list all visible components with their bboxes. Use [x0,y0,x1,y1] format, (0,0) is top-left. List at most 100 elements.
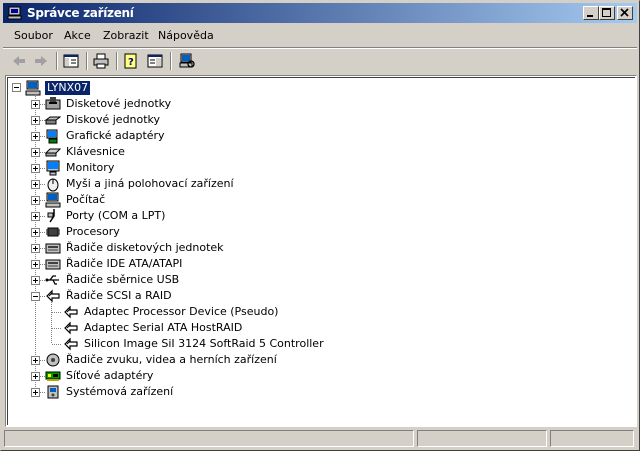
category-expander[interactable] [31,372,40,381]
category-expander[interactable] [31,148,40,157]
scsi-icon [46,289,60,303]
back-icon [13,56,25,66]
title-bar[interactable]: Správce zařízení [3,3,637,23]
tree-view-button[interactable] [60,51,82,71]
port-icon [47,209,55,223]
toolbar-separator [56,52,58,70]
tree-category-item[interactable]: Disketové jednotky [64,97,173,111]
properties-icon [147,54,163,68]
category-expander[interactable] [31,356,40,365]
tree-category-item[interactable]: Řadiče zvuku, videa a herních zařízení [64,353,279,367]
close-button[interactable] [617,6,633,20]
root-expander[interactable] [12,83,21,92]
expander-vertical-stroke [35,262,36,267]
expander-horizontal-stroke [33,296,38,297]
tree-category-item[interactable]: Počítač [64,193,107,207]
tree-category-item[interactable]: Síťové adaptéry [64,369,155,383]
menu-bar: Soubor Akce Zobrazit Nápověda [4,26,636,46]
category-expander[interactable] [31,292,40,301]
tree-category-item[interactable]: Řadiče SCSI a RAID [64,289,174,303]
tree-category-item[interactable]: Diskové jednotky [64,113,162,127]
category-expander[interactable] [31,164,40,173]
expander-vertical-stroke [35,150,36,155]
scan-hardware-button[interactable] [176,51,198,71]
tree-category-item[interactable]: Monitory [64,161,116,175]
category-expander[interactable] [31,196,40,205]
properties-button[interactable] [144,51,166,71]
help-icon: ? [124,53,137,69]
menu-napoveda[interactable]: Nápověda [158,29,214,42]
expander-horizontal-stroke [14,87,19,88]
expander-vertical-stroke [35,134,36,139]
expander-vertical-stroke [35,278,36,283]
monitor-icon [46,160,60,176]
disk-drive-icon [45,116,61,125]
tree-category-item[interactable]: Myši a jiná polohovací zařízení [64,177,236,191]
tree-category-item[interactable]: Porty (COM a LPT) [64,209,167,223]
category-expander[interactable] [31,388,40,397]
sound-icon [46,353,60,367]
close-icon [620,8,629,17]
category-expander[interactable] [31,244,40,253]
display-adapter-icon [46,129,58,144]
status-bar [4,430,636,448]
menu-akce[interactable]: Akce [64,29,91,42]
minimize-icon [587,15,593,17]
category-expander[interactable] [31,276,40,285]
computer-icon [25,80,41,96]
tree-connector-line [52,312,62,313]
minimize-button[interactable] [583,6,599,20]
menu-soubor[interactable]: Soubor [14,29,53,42]
expander-vertical-stroke [35,374,36,379]
device-tree-pane[interactable]: LYNX07 Disketové jednotky Diskové jednotky… [5,75,637,427]
device-manager-window: Správce zařízení Soubor Akce Zobrazit Ná… [0,0,640,451]
forward-button[interactable] [30,51,52,71]
tree-category-item[interactable]: Řadiče disketových jednotek [64,241,226,255]
tree-category-item[interactable]: Klávesnice [64,145,127,159]
expander-vertical-stroke [35,358,36,363]
category-expander[interactable] [31,116,40,125]
processor-icon [46,227,60,237]
category-expander[interactable] [31,228,40,237]
tree-category-item[interactable]: Řadiče IDE ATA/ATAPI [64,257,184,271]
print-button[interactable] [90,51,112,71]
device-manager-icon [7,6,22,20]
svg-text:?: ? [128,57,134,68]
expander-vertical-stroke [35,230,36,235]
scan-hardware-icon [179,53,195,68]
status-panel-2 [417,430,547,447]
tree-category-item[interactable]: Systémová zařízení [64,385,175,399]
floppy-controller-icon [45,243,61,254]
expander-vertical-stroke [35,182,36,187]
category-expander[interactable] [31,180,40,189]
category-expander[interactable] [31,132,40,141]
toolbar: ? [4,49,636,73]
toolbar-separator [116,52,118,70]
tree-category-item[interactable]: Řadiče sběrnice USB [64,273,181,287]
ide-controller-icon [45,259,61,270]
tree-device-item[interactable]: Adaptec Processor Device (Pseudo) [82,305,280,319]
category-expander[interactable] [31,212,40,221]
device-tree[interactable]: LYNX07 Disketové jednotky Diskové jednotky… [7,77,635,425]
back-button[interactable] [8,51,30,71]
expander-vertical-stroke [35,390,36,395]
help-button[interactable]: ? [120,51,142,71]
tree-root-label[interactable]: LYNX07 [43,80,92,96]
tree-category-item[interactable]: Grafické adaptéry [64,129,167,143]
category-expander[interactable] [31,260,40,269]
menu-zobrazit[interactable]: Zobrazit [103,29,149,42]
computer-icon [45,192,61,208]
expander-vertical-stroke [35,198,36,203]
tree-device-item[interactable]: Adaptec Serial ATA HostRAID [82,321,244,335]
category-expander[interactable] [31,100,40,109]
expander-vertical-stroke [35,214,36,219]
status-panel-3 [550,430,634,447]
tree-connector-line [52,328,62,329]
tree-category-item[interactable]: Procesory [64,225,122,239]
network-adapter-icon [45,371,61,381]
expander-vertical-stroke [35,102,36,107]
window-title: Správce zařízení [27,6,134,20]
expander-vertical-stroke [35,246,36,251]
tree-device-item[interactable]: Silicon Image SiI 3124 SoftRaid 5 Contro… [82,337,326,351]
maximize-button[interactable] [599,6,615,20]
